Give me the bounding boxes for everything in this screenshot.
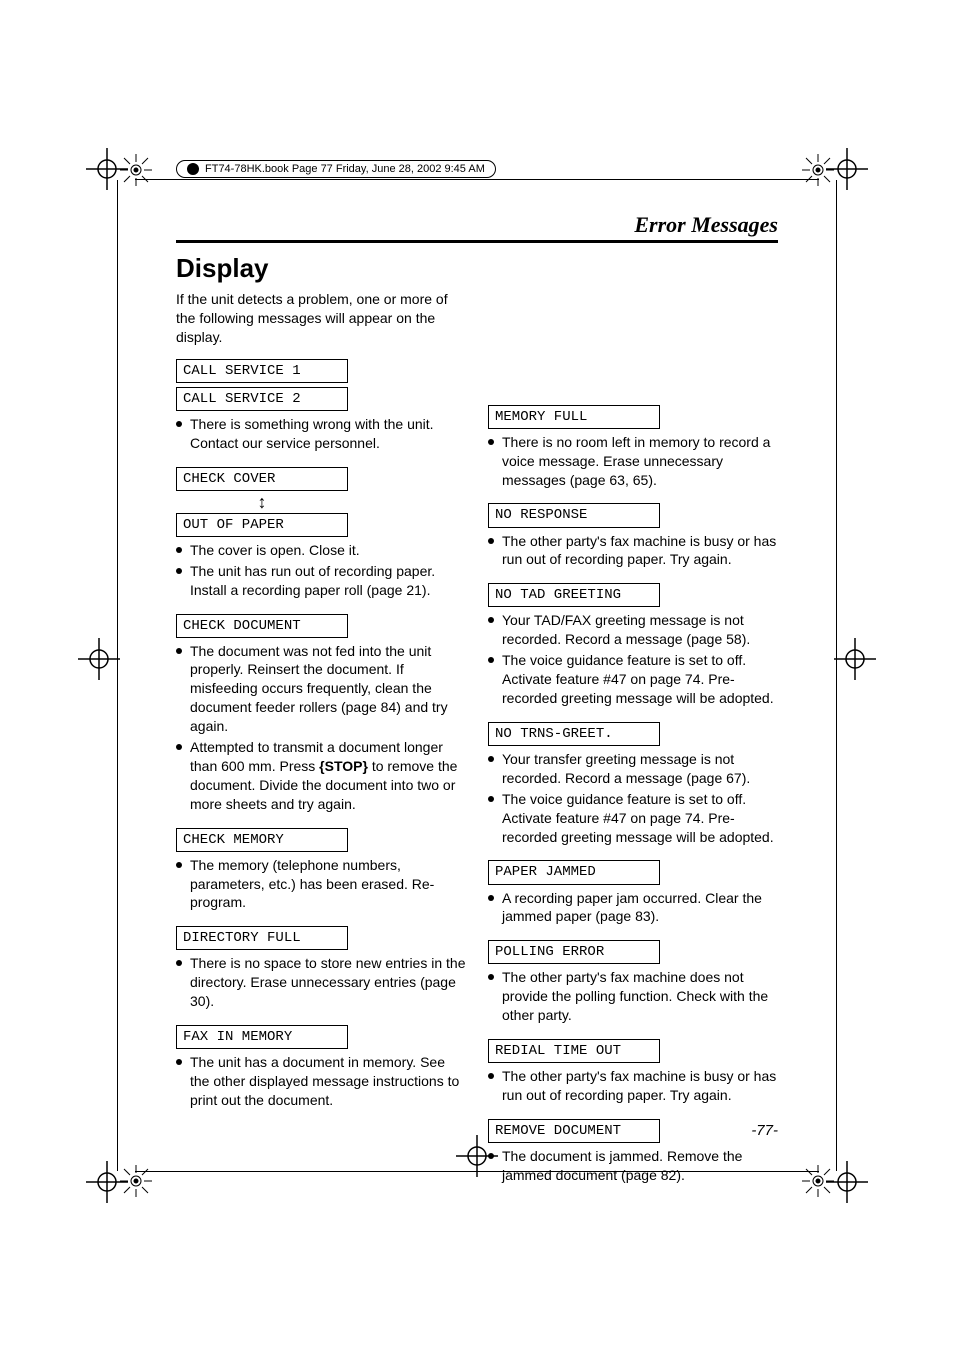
list-item: The other party's fax machine does not p… xyxy=(488,968,778,1025)
bullet-list: The other party's fax machine is busy or… xyxy=(488,1067,778,1105)
list-item: There is no room left in memory to recor… xyxy=(488,433,778,490)
lcd-display-message: CHECK MEMORY xyxy=(176,828,348,852)
crop-line xyxy=(117,180,118,1171)
bullet-list: Your TAD/FAX greeting message is not rec… xyxy=(488,611,778,707)
lcd-display-message: CHECK COVER xyxy=(176,467,348,491)
list-item: The memory (telephone numbers, parameter… xyxy=(176,856,466,913)
bullet-list: The other party's fax machine is busy or… xyxy=(488,532,778,570)
bullet-icon xyxy=(187,163,199,175)
crop-mark-icon xyxy=(78,638,120,680)
list-item: The other party's fax machine is busy or… xyxy=(488,532,778,570)
sunburst-icon xyxy=(118,152,154,188)
bullet-list: The document was not fed into the unit p… xyxy=(176,642,466,814)
lcd-display-message: NO RESPONSE xyxy=(488,503,660,527)
lcd-display-message: CALL SERVICE 1 xyxy=(176,359,348,383)
sunburst-icon xyxy=(800,152,836,188)
list-item: Attempted to transmit a document longer … xyxy=(176,738,466,814)
sunburst-icon xyxy=(800,1163,836,1199)
bullet-list: The other party's fax machine does not p… xyxy=(488,968,778,1025)
book-header-text: FT74-78HK.book Page 77 Friday, June 28, … xyxy=(205,163,485,175)
page: FT74-78HK.book Page 77 Friday, June 28, … xyxy=(0,0,954,1351)
lcd-display-message: FAX IN MEMORY xyxy=(176,1025,348,1049)
bullet-list: The cover is open. Close it. The unit has… xyxy=(176,541,466,600)
list-item: Your TAD/FAX greeting message is not rec… xyxy=(488,611,778,649)
lcd-display-message: REMOVE DOCUMENT xyxy=(488,1119,660,1143)
list-item: There is something wrong with the unit. … xyxy=(176,415,466,453)
lcd-display-message: PAPER JAMMED xyxy=(488,860,660,884)
up-down-arrow-icon: ↕ xyxy=(176,493,348,511)
list-item: The document was not fed into the unit p… xyxy=(176,642,466,736)
section-label: Error Messages xyxy=(176,212,778,238)
bullet-list: There is no room left in memory to recor… xyxy=(488,433,778,490)
list-item: The voice guidance feature is set to off… xyxy=(488,790,778,847)
bullet-list: There is something wrong with the unit. … xyxy=(176,415,466,453)
page-number: -77- xyxy=(751,1122,778,1139)
bullet-list: The unit has a document in memory. See t… xyxy=(176,1053,466,1110)
list-item: There is no space to store new entries i… xyxy=(176,954,466,1011)
lcd-display-message: NO TAD GREETING xyxy=(488,583,660,607)
crop-line xyxy=(135,179,819,180)
lcd-display-message: POLLING ERROR xyxy=(488,940,660,964)
list-item: The unit has run out of recording paper.… xyxy=(176,562,466,600)
list-item: The other party's fax machine is busy or… xyxy=(488,1067,778,1105)
lcd-display-message: CALL SERVICE 2 xyxy=(176,387,348,411)
bullet-list: A recording paper jam occurred. Clear th… xyxy=(488,889,778,927)
list-item: A recording paper jam occurred. Clear th… xyxy=(488,889,778,927)
crop-mark-icon xyxy=(834,638,876,680)
list-item: The unit has a document in memory. See t… xyxy=(176,1053,466,1110)
bullet-list: The memory (telephone numbers, parameter… xyxy=(176,856,466,913)
lcd-display-message: OUT OF PAPER xyxy=(176,513,348,537)
lcd-display-message: DIRECTORY FULL xyxy=(176,926,348,950)
lcd-display-message: NO TRNS-GREET. xyxy=(488,722,660,746)
crop-line xyxy=(836,180,837,1171)
list-item: The cover is open. Close it. xyxy=(176,541,466,560)
right-column: MEMORY FULL There is no room left in memo… xyxy=(488,359,778,1199)
list-item: Your transfer greeting message is not re… xyxy=(488,750,778,788)
lcd-display-message: REDIAL TIME OUT xyxy=(488,1039,660,1063)
list-item: The document is jammed. Remove the jamme… xyxy=(488,1147,778,1185)
left-column: CALL SERVICE 1 CALL SERVICE 2 There is som… xyxy=(176,359,466,1199)
page-title: Display xyxy=(176,253,778,284)
list-item: The voice guidance feature is set to off… xyxy=(488,651,778,708)
book-header: FT74-78HK.book Page 77 Friday, June 28, … xyxy=(176,160,496,178)
bullet-list: Your transfer greeting message is not re… xyxy=(488,750,778,846)
stop-key-label: {STOP} xyxy=(319,758,368,774)
lcd-display-message: CHECK DOCUMENT xyxy=(176,614,348,638)
bullet-list: The document is jammed. Remove the jamme… xyxy=(488,1147,778,1185)
section-rule xyxy=(176,240,778,243)
bullet-list: There is no space to store new entries i… xyxy=(176,954,466,1011)
intro-paragraph: If the unit detects a problem, one or mo… xyxy=(176,290,468,347)
content: Error Messages Display If the unit detec… xyxy=(176,212,778,1199)
sunburst-icon xyxy=(118,1163,154,1199)
lcd-display-message: MEMORY FULL xyxy=(488,405,660,429)
